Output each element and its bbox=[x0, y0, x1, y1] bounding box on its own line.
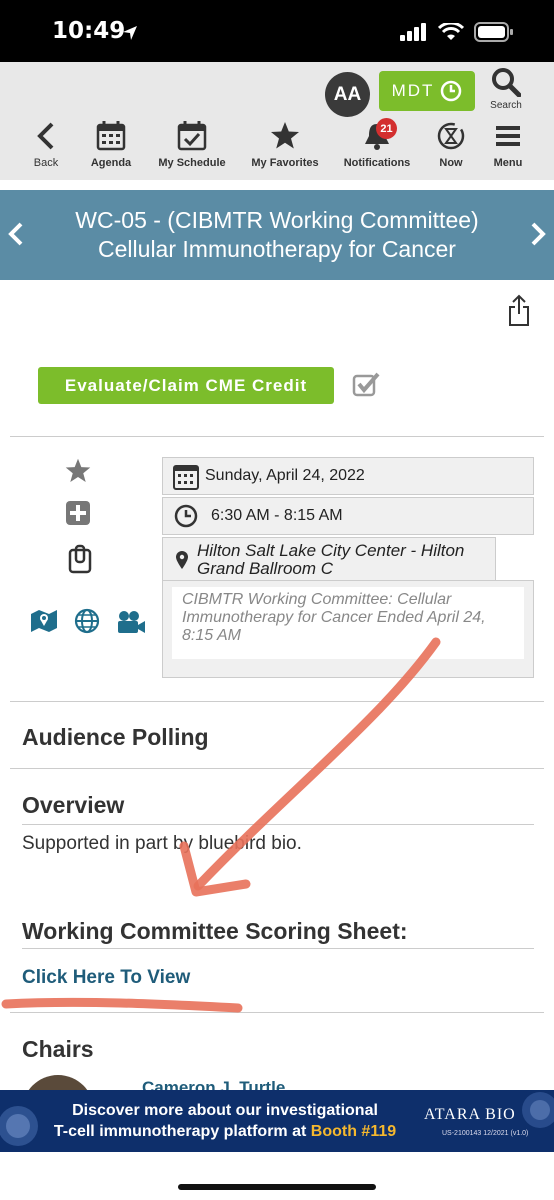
search-icon bbox=[492, 68, 522, 98]
nav-my-schedule[interactable]: My Schedule bbox=[156, 120, 228, 169]
divider bbox=[10, 701, 544, 702]
divider bbox=[10, 768, 544, 769]
scoring-sheet-rule bbox=[22, 948, 534, 949]
session-location: Hilton Salt Lake City Center - Hilton Gr… bbox=[197, 541, 465, 578]
overview-heading: Overview bbox=[22, 792, 125, 818]
nav-now[interactable]: Now bbox=[432, 120, 470, 169]
nav-my-schedule-label: My Schedule bbox=[158, 157, 226, 169]
mdt-label: MDT bbox=[391, 81, 435, 100]
app-header: AA MDT Search Back Agenda My Schedule My… bbox=[0, 62, 554, 180]
nav-menu[interactable]: Menu bbox=[490, 120, 526, 169]
nav-agenda-label: Agenda bbox=[90, 157, 132, 169]
atara-bio-logo: ATARA BIO bbox=[424, 1106, 516, 1123]
search-button[interactable]: Search bbox=[484, 67, 528, 111]
home-indicator-area bbox=[0, 1152, 554, 1200]
claim-cme-credit-button[interactable]: Evaluate/Claim CME Credit bbox=[38, 367, 334, 404]
status-bar: 10:49 bbox=[0, 0, 554, 62]
clipboard-icon[interactable] bbox=[68, 544, 92, 574]
session-status-text: CIBMTR Working Committee: Cellular Immun… bbox=[172, 587, 524, 659]
session-detail: Evaluate/Claim CME Credit Sunday, April … bbox=[0, 280, 554, 1090]
scoring-sheet-heading: Working Committee Scoring Sheet: bbox=[22, 918, 408, 944]
session-title-bar: WC-05 - (CIBMTR Working Committee) Cellu… bbox=[0, 190, 554, 280]
star-icon bbox=[271, 122, 299, 149]
session-time: 6:30 AM - 8:15 AM bbox=[211, 507, 343, 524]
ad-code: US-2100143 12/2021 (v1.0) bbox=[442, 1130, 529, 1137]
ad-line-2-prefix: T-cell immunotherapy platform at bbox=[53, 1123, 311, 1140]
nav-notifications[interactable]: 21 Notifications bbox=[340, 118, 414, 169]
session-title: WC-05 - (CIBMTR Working Committee) Cellu… bbox=[75, 207, 479, 262]
map-icon[interactable] bbox=[30, 609, 58, 633]
overview-rule bbox=[22, 824, 534, 825]
video-camera-icon[interactable] bbox=[116, 610, 146, 634]
clock: 10:49 bbox=[52, 18, 126, 44]
divider bbox=[10, 436, 544, 437]
back-chevron-icon bbox=[37, 122, 54, 150]
overview-text: Supported in part by bluebird bio. bbox=[22, 833, 302, 854]
nav-my-favorites[interactable]: My Favorites bbox=[248, 120, 322, 169]
wifi-icon bbox=[438, 23, 464, 40]
calendar-icon bbox=[173, 465, 199, 490]
ad-text: Discover more about our investigational … bbox=[40, 1100, 410, 1142]
location-arrow-icon bbox=[123, 26, 137, 40]
chair-avatar[interactable] bbox=[22, 1075, 94, 1090]
header-gap bbox=[0, 180, 554, 190]
session-location-row[interactable]: Hilton Salt Lake City Center - Hilton Gr… bbox=[162, 537, 496, 583]
map-pin-icon bbox=[176, 551, 188, 569]
chair-name-link[interactable]: Cameron J. Turtle bbox=[142, 1078, 285, 1090]
nav-menu-label: Menu bbox=[493, 157, 523, 169]
nav-now-label: Now bbox=[439, 157, 463, 169]
nav-notifications-label: Notifications bbox=[343, 157, 411, 169]
nav-back-label: Back bbox=[33, 157, 59, 169]
share-icon[interactable] bbox=[508, 294, 530, 326]
click-here-to-view-link[interactable]: Click Here To View bbox=[22, 967, 190, 989]
notification-badge: 21 bbox=[376, 118, 397, 139]
session-date-row: Sunday, April 24, 2022 bbox=[162, 457, 534, 495]
audience-polling-heading[interactable]: Audience Polling bbox=[22, 724, 209, 751]
ad-line-1: Discover more about our investigational bbox=[72, 1102, 378, 1119]
clock-icon bbox=[174, 504, 198, 528]
calendar-check-icon bbox=[177, 121, 207, 151]
ad-booth: Booth #119 bbox=[310, 1123, 397, 1140]
mdt-clock-button[interactable]: MDT bbox=[379, 71, 475, 111]
user-avatar[interactable]: AA bbox=[325, 72, 370, 117]
home-indicator[interactable] bbox=[178, 1184, 376, 1190]
hamburger-menu-icon bbox=[496, 126, 520, 146]
divider bbox=[10, 1012, 544, 1013]
cellular-signal-icon bbox=[400, 23, 426, 41]
globe-icon[interactable] bbox=[74, 608, 100, 634]
nav-back[interactable]: Back bbox=[26, 120, 66, 169]
favorite-star-icon[interactable] bbox=[64, 457, 92, 485]
ad-line-2: T-cell immunotherapy platform at Booth #… bbox=[40, 1121, 410, 1142]
search-label: Search bbox=[490, 100, 522, 111]
add-to-schedule-icon[interactable] bbox=[66, 501, 90, 525]
calendar-icon bbox=[96, 121, 126, 151]
previous-session-arrow-icon[interactable] bbox=[6, 220, 26, 248]
nav-my-favorites-label: My Favorites bbox=[251, 157, 319, 169]
nav-bar: Back Agenda My Schedule My Favorites 21 … bbox=[0, 118, 554, 176]
next-session-arrow-icon[interactable] bbox=[528, 220, 548, 248]
checkbox-checked-icon[interactable] bbox=[352, 371, 380, 397]
hourglass-clock-icon bbox=[437, 122, 465, 150]
nav-agenda[interactable]: Agenda bbox=[84, 120, 138, 169]
session-date: Sunday, April 24, 2022 bbox=[205, 467, 365, 484]
chairs-heading: Chairs bbox=[22, 1036, 94, 1062]
session-time-row: 6:30 AM - 8:15 AM bbox=[162, 497, 534, 535]
clock-icon bbox=[441, 80, 462, 102]
sponsor-ad-banner[interactable]: Discover more about our investigational … bbox=[0, 1090, 554, 1152]
session-status-box: CIBMTR Working Committee: Cellular Immun… bbox=[162, 580, 534, 678]
battery-icon bbox=[474, 22, 513, 42]
